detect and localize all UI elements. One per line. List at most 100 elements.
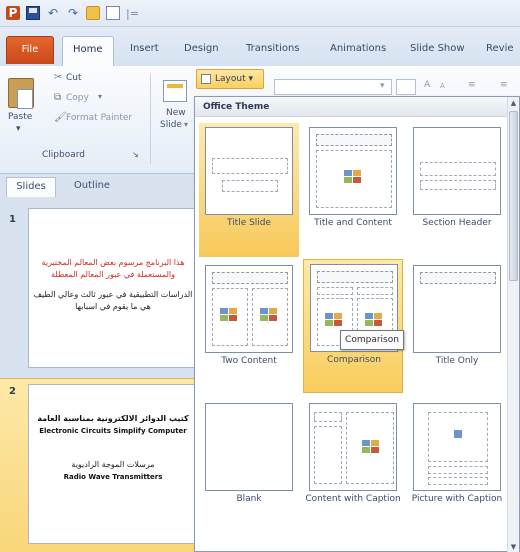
font-name-dropdown-icon[interactable]: ▾ (380, 81, 385, 91)
layout-thumbnail (205, 265, 293, 353)
layout-comparison[interactable]: Comparison (303, 259, 403, 393)
slide-text: الدراسات التطبيقية في عبور ثالث وعالي ال… (33, 290, 193, 299)
slide-text: كتيب الدوائر الالكترونية بمناسبة العامة (37, 414, 189, 423)
copy-button[interactable]: Copy (66, 93, 89, 103)
layout-label: Section Header (422, 218, 492, 228)
layout-label: Title Only (435, 356, 479, 366)
tab-outline[interactable]: Outline (62, 177, 122, 197)
tab-slide-show[interactable]: Slide Show (410, 38, 465, 64)
tab-insert[interactable]: Insert (130, 38, 159, 64)
paste-icon[interactable] (8, 78, 34, 109)
tab-transitions[interactable]: Transitions (246, 38, 300, 64)
tab-home[interactable]: Home (62, 36, 114, 68)
layout-label: Comparison (327, 355, 381, 365)
tab-animations[interactable]: Animations (330, 38, 386, 64)
layout-section-header[interactable]: Section Header (407, 123, 507, 257)
layout-label: Content with Caption (305, 494, 401, 504)
scroll-up-icon[interactable]: ▲ (508, 97, 519, 109)
bullets-icon[interactable]: ≡ (468, 80, 476, 90)
font-size-box[interactable] (396, 79, 416, 95)
picture-icon (220, 308, 238, 322)
layout-thumbnail (413, 265, 501, 353)
tab-design[interactable]: Design (184, 38, 219, 64)
layout-label: Title and Content (314, 218, 392, 228)
layout-title-and-content[interactable]: Title and Content (303, 123, 403, 257)
gallery-scrollbar[interactable]: ▲ ▼ (507, 97, 519, 552)
slide-thumbnail-1[interactable]: هذا البرنامج مرسوم بعض المعالم المختبرية… (28, 208, 198, 368)
placeholder (316, 134, 392, 146)
paste-button[interactable]: Paste (8, 112, 32, 122)
picture-icon (362, 440, 380, 454)
customize-qat-button[interactable]: |= (126, 7, 139, 20)
slide-number: 1 (9, 214, 16, 225)
slide-text: هي ما يقوم في اسبابها (75, 302, 151, 311)
font-name-box[interactable] (274, 79, 392, 95)
layout-icon (201, 74, 211, 84)
layout-content-with-caption[interactable]: Content with Caption (303, 399, 403, 533)
picture-icon (454, 430, 462, 438)
ribbon-tabs: File Home Insert Design Transitions Anim… (0, 27, 520, 68)
scissors-icon: ✂ (54, 72, 63, 83)
layout-picture-with-caption[interactable]: Picture with Caption (407, 399, 507, 533)
placeholder (420, 180, 496, 190)
layout-title-only[interactable]: Title Only (407, 261, 507, 395)
paste-dropdown-icon[interactable]: ▾ (16, 124, 21, 134)
new-slide-dropdown-icon[interactable]: ▾ (184, 120, 188, 129)
new-slide-icon[interactable] (163, 80, 187, 102)
new-document-icon[interactable] (106, 6, 120, 20)
placeholder (428, 477, 488, 485)
powerpoint-window: P ↶ ↷ |= File Home Insert Design Transit… (0, 0, 520, 552)
placeholder (212, 158, 288, 174)
new-slide-label-2[interactable]: Slide (160, 120, 182, 130)
layout-thumbnail (205, 127, 293, 215)
layout-thumbnail (413, 403, 501, 491)
placeholder (317, 287, 353, 295)
numbering-icon[interactable]: ≡ (500, 80, 508, 90)
slide-text: Radio Wave Transmitters (63, 473, 163, 481)
layout-dropdown-icon: ▾ (248, 74, 254, 84)
slide-thumbnail-2[interactable]: كتيب الدوائر الالكترونية بمناسبة العامة … (28, 384, 198, 544)
shrink-font-icon[interactable]: A (440, 82, 445, 90)
layout-title-slide[interactable]: Title Slide (199, 123, 299, 257)
redo-icon[interactable]: ↷ (66, 6, 80, 20)
placeholder (317, 271, 393, 283)
cut-button[interactable]: Cut (66, 73, 82, 83)
tab-file[interactable]: File (6, 36, 54, 64)
layout-label: Blank (236, 494, 262, 504)
gallery-header: Office Theme (195, 97, 509, 117)
layout-thumbnail (205, 403, 293, 491)
save-icon[interactable] (26, 6, 40, 20)
slide-number: 2 (9, 386, 16, 397)
undo-icon[interactable]: ↶ (46, 6, 60, 20)
slide-text: هذا البرنامج مرسوم بعض المعالم المختبرية (41, 258, 185, 267)
layout-label: Picture with Caption (411, 494, 503, 504)
open-folder-icon[interactable] (86, 6, 100, 20)
scroll-down-icon[interactable]: ▼ (508, 541, 519, 552)
clipboard-launcher-icon[interactable]: ↘ (132, 150, 139, 159)
format-painter-button[interactable]: Format Painter (66, 113, 132, 123)
layout-two-content[interactable]: Two Content (199, 261, 299, 395)
tab-slides[interactable]: Slides (6, 177, 56, 197)
placeholder (428, 466, 488, 474)
copy-dropdown-icon[interactable]: ▾ (98, 92, 102, 101)
layout-blank[interactable]: Blank (199, 399, 299, 533)
layout-thumbnail (309, 403, 397, 491)
tab-review[interactable]: Revie (486, 38, 514, 64)
picture-icon (365, 313, 383, 327)
layout-thumbnail (413, 127, 501, 215)
quick-access-toolbar: P ↶ ↷ |= (0, 0, 520, 27)
copy-icon: ⧉ (54, 92, 62, 103)
picture-icon (260, 308, 278, 322)
powerpoint-logo-icon[interactable]: P (6, 6, 20, 20)
layout-tooltip: Comparison (340, 330, 404, 350)
picture-icon (325, 313, 343, 327)
scroll-thumb[interactable] (509, 111, 518, 281)
new-slide-label[interactable]: New (166, 108, 186, 118)
placeholder (222, 180, 278, 192)
layout-button[interactable]: Layout ▾ (196, 69, 264, 89)
placeholder (420, 272, 496, 284)
slide-text: Electronic Circuits Simplify Computer (39, 427, 187, 435)
grow-font-icon[interactable]: A (424, 80, 430, 90)
layout-label: Two Content (221, 356, 277, 366)
picture-icon (344, 170, 362, 184)
